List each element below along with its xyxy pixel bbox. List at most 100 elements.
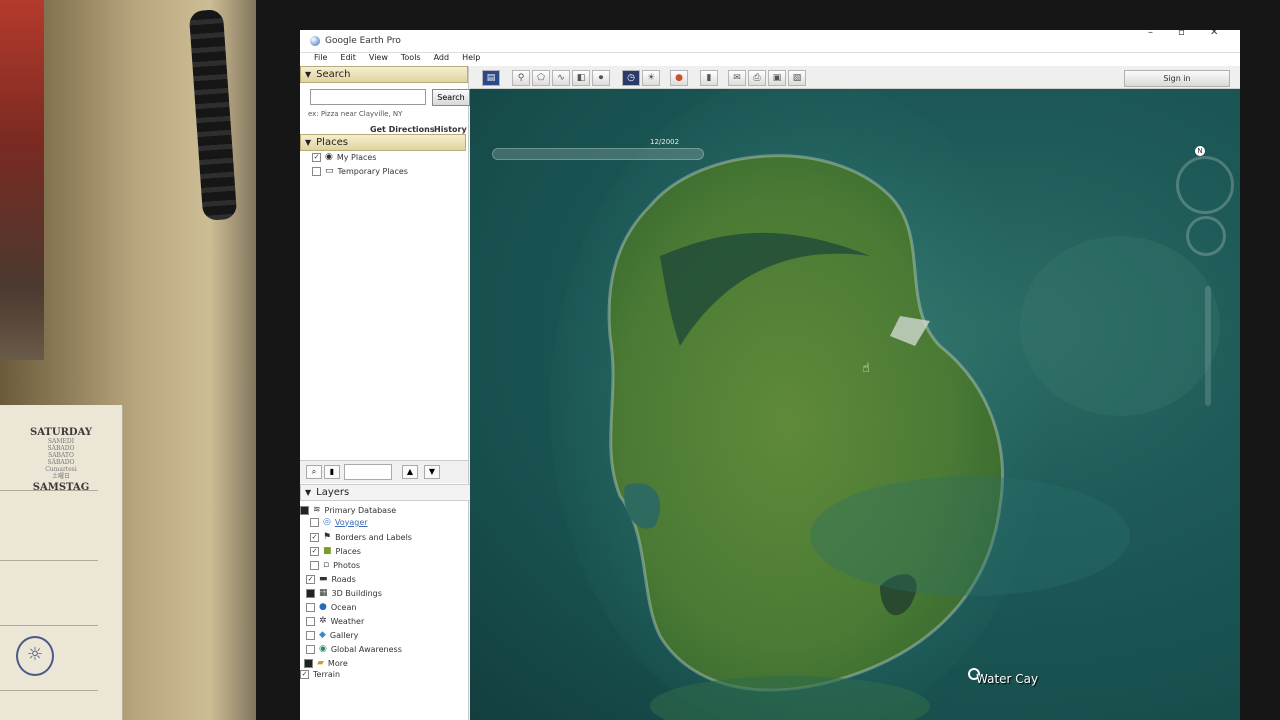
filter-input[interactable] [344, 464, 392, 480]
save-image-icon[interactable]: ▣ [768, 70, 786, 86]
north-button-icon[interactable]: N [1195, 146, 1205, 156]
checkbox[interactable] [312, 166, 321, 176]
move-joystick[interactable] [1186, 216, 1226, 256]
folder-icon: ▭ [325, 166, 334, 176]
wall-calendar: SATURDAY SAMEDI SÁBADO SABATO SÁBADO Cum… [0, 405, 123, 720]
search-icon[interactable]: ⌕ [306, 465, 322, 479]
search-input[interactable] [310, 89, 426, 105]
imagery-date: 12/2002 [650, 138, 680, 146]
look-joystick[interactable] [1176, 156, 1234, 214]
ocean-icon: ● [319, 602, 327, 612]
menu-bar: File Edit View Tools Add Help [300, 53, 1240, 67]
panel-icon[interactable]: ▮ [324, 465, 340, 479]
menu-help[interactable]: Help [462, 53, 480, 67]
layer-item[interactable]: ⚑ Borders and Labels [310, 532, 412, 542]
places-panel-header[interactable]: ▼ Places [300, 134, 466, 151]
layer-item[interactable]: ✲ Weather [306, 616, 364, 626]
minimize-button[interactable]: – [1148, 30, 1153, 38]
calendar-grid-line [0, 625, 98, 626]
close-button[interactable]: ✕ [1210, 30, 1218, 38]
places-item-my-places[interactable]: ◉ My Places [312, 152, 376, 162]
calendar-day: SATURDAY [30, 427, 92, 438]
checkbox[interactable] [310, 532, 319, 542]
layer-item[interactable]: ▬ Roads [306, 574, 356, 584]
checkbox[interactable] [306, 602, 315, 612]
folder-icon: ▰ [317, 658, 324, 668]
menu-tools[interactable]: Tools [401, 53, 421, 67]
layer-item[interactable]: ■ Places [310, 546, 361, 556]
gallery-icon: ◆ [319, 630, 326, 640]
map-toolbar: ▤ ⚲ ⬠ ∿ ◧ ⏺ ◷ ☀ ● ▮ ✉ ⎙ ▣ ▧ Sign in [470, 66, 1240, 89]
checkbox[interactable] [306, 588, 315, 598]
calendar-grid-line [0, 490, 98, 491]
layer-item[interactable]: ≋ Primary Database [300, 505, 396, 515]
email-icon[interactable]: ✉ [728, 70, 746, 86]
layer-item[interactable]: ▦ 3D Buildings [306, 588, 382, 598]
menu-view[interactable]: View [369, 53, 388, 67]
place-label-water-cay[interactable]: Water Cay [976, 672, 1038, 686]
map-view[interactable]: 12/2002 N ☝ Water Cay [470, 66, 1240, 720]
wall-poster [0, 0, 44, 360]
sidebar-toggle-icon[interactable]: ▤ [482, 70, 500, 86]
planets-icon[interactable]: ● [670, 70, 688, 86]
calendar-grid-line [0, 690, 98, 691]
layer-item[interactable]: ◆ Gallery [306, 630, 358, 640]
checkbox[interactable] [310, 517, 319, 527]
checkbox[interactable] [300, 670, 309, 679]
search-hint: ex: Pizza near Clayville, NY [308, 110, 403, 118]
checkbox[interactable] [304, 658, 313, 668]
tour-icon[interactable]: ⏺ [592, 70, 610, 86]
calendar-translation: SÁBADO [47, 459, 75, 466]
checkbox[interactable] [312, 152, 321, 162]
calendar-grid-line [0, 560, 98, 561]
calendar-emblem-icon: ☼ [16, 636, 54, 676]
maximize-button[interactable]: ▫ [1178, 30, 1185, 38]
search-button[interactable]: Search [432, 89, 470, 106]
layer-item[interactable]: ▰ More [304, 658, 348, 668]
layer-item[interactable]: ● Ocean [306, 602, 356, 612]
history-link[interactable]: History [434, 125, 467, 134]
places-icon: ■ [323, 546, 332, 556]
move-down-icon[interactable]: ▼ [424, 465, 440, 479]
historical-imagery-slider[interactable] [492, 148, 704, 160]
sidebar: ▼ Search Search ex: Pizza near Clayville… [300, 66, 474, 720]
sign-in-button[interactable]: Sign in [1124, 70, 1230, 87]
menu-edit[interactable]: Edit [340, 53, 356, 67]
menu-file[interactable]: File [314, 53, 327, 67]
sunlight-icon[interactable]: ☀ [642, 70, 660, 86]
historical-imagery-icon[interactable]: ◷ [622, 70, 640, 86]
building-icon: ▦ [319, 588, 328, 598]
maps-icon[interactable]: ▧ [788, 70, 806, 86]
checkbox[interactable] [310, 546, 319, 556]
path-icon[interactable]: ∿ [552, 70, 570, 86]
checkbox[interactable] [306, 630, 315, 640]
layer-item[interactable]: ▫ Photos [310, 560, 360, 570]
globe-icon: ◉ [325, 152, 333, 162]
polygon-icon[interactable]: ⬠ [532, 70, 550, 86]
layer-item[interactable]: ◉ Global Awareness [306, 644, 402, 654]
checkbox[interactable] [306, 616, 315, 626]
checkbox[interactable] [310, 560, 319, 570]
print-icon[interactable]: ⎙ [748, 70, 766, 86]
collapse-triangle-icon: ▼ [305, 488, 312, 497]
checkbox[interactable] [306, 644, 315, 654]
overlay-icon[interactable]: ◧ [572, 70, 590, 86]
menu-add[interactable]: Add [434, 53, 450, 67]
get-directions-link[interactable]: Get Directions [370, 125, 435, 134]
move-up-icon[interactable]: ▲ [402, 465, 418, 479]
checkbox[interactable] [306, 574, 315, 584]
placemark-icon[interactable]: ⚲ [512, 70, 530, 86]
zoom-slider[interactable] [1205, 286, 1211, 406]
checkbox[interactable] [300, 505, 309, 515]
earth-icon [310, 36, 320, 46]
layer-item[interactable]: Terrain [300, 670, 340, 679]
layers-panel-header[interactable]: ▼ Layers [300, 484, 474, 501]
window-title: Google Earth Pro [325, 36, 401, 46]
places-item-temporary[interactable]: ▭ Temporary Places [312, 166, 408, 176]
globe-db-icon: ≋ [313, 505, 321, 515]
ruler-icon[interactable]: ▮ [700, 70, 718, 86]
layer-item[interactable]: ◎ Voyager [310, 517, 368, 527]
search-panel-header[interactable]: ▼ Search [300, 66, 468, 83]
google-earth-window: Google Earth Pro – ▫ ✕ File Edit View To… [300, 30, 1240, 720]
weather-icon: ✲ [319, 616, 327, 626]
